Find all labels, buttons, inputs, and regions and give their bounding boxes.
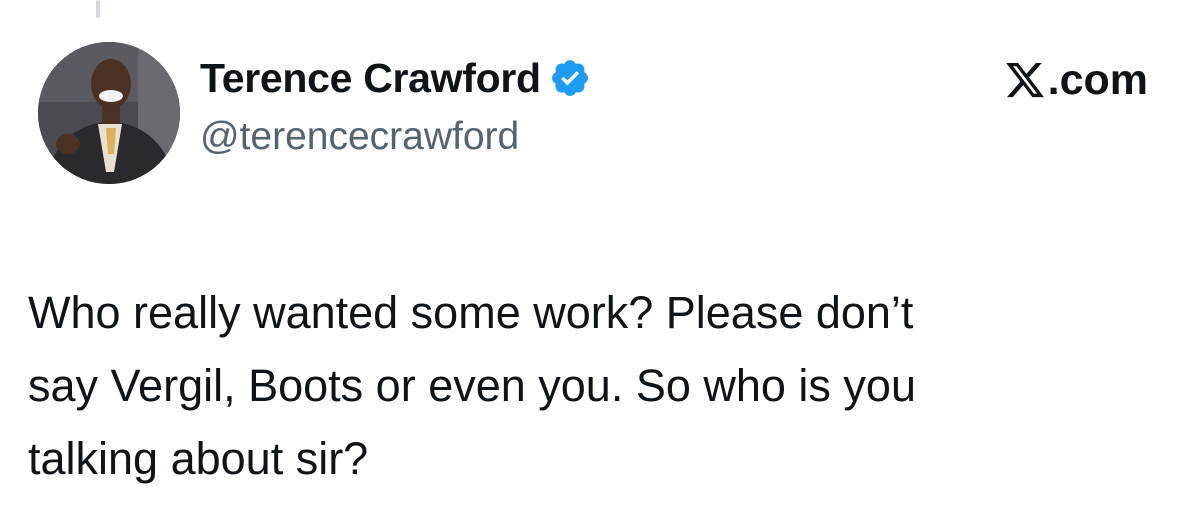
display-name[interactable]: Terence Crawford (200, 52, 541, 104)
x-com-watermark: .com (1003, 56, 1148, 104)
thread-connector-line (96, 0, 100, 18)
verified-badge-icon (549, 57, 591, 99)
author-name-row[interactable]: Terence Crawford (200, 52, 591, 104)
avatar-photo-icon (38, 42, 180, 184)
tweet-body-text: Who really wanted some work? Please don’… (28, 287, 916, 484)
x-logo-icon (1003, 59, 1047, 101)
avatar[interactable] (38, 42, 180, 184)
brand-domain-label: .com (1047, 55, 1148, 104)
author-handle[interactable]: @terencecrawford (200, 112, 519, 162)
